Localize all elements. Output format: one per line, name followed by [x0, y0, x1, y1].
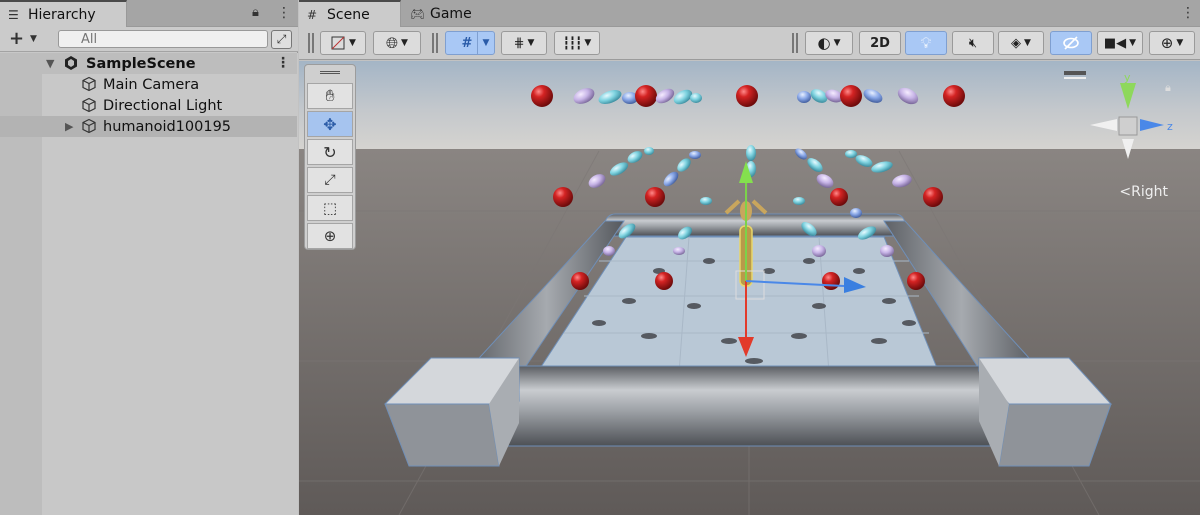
- search-options-button[interactable]: ⤢: [271, 30, 292, 49]
- toolbar-grip: [308, 33, 314, 53]
- scene-visibility-toggle[interactable]: [1050, 31, 1092, 55]
- move-tool-button[interactable]: ✥: [307, 111, 353, 137]
- shading-dropdown[interactable]: ◐ ▼: [805, 31, 853, 55]
- effects-layers-icon: ◈: [1011, 35, 1022, 51]
- orientation-label-text: Right: [1131, 184, 1168, 200]
- hierarchy-item-label: humanoid100195: [103, 118, 232, 135]
- global-local-dropdown[interactable]: 🌐︎ ▼: [373, 31, 421, 55]
- hierarchy-tree: ▼ SampleScene ⋮ Main Camera Directional: [0, 53, 298, 515]
- hand-icon: ✋︎: [325, 86, 335, 105]
- expand-arrow-icon[interactable]: ▶: [65, 120, 73, 133]
- rotate-tool-button[interactable]: ↻: [307, 139, 353, 165]
- hand-tool-button[interactable]: ✋︎: [307, 83, 353, 109]
- rect-icon: ⬚: [322, 199, 338, 217]
- collapse-arrow-icon[interactable]: ▼: [46, 57, 54, 70]
- grid-visibility-dropdown[interactable]: ┇┇┇ ▼: [554, 31, 600, 55]
- scale-tool-button[interactable]: ⤢: [307, 167, 353, 193]
- toolbar-grip: [432, 33, 438, 53]
- camera-icon: ■◀: [1103, 35, 1127, 51]
- ruler-icon: ┇┇┇: [562, 36, 583, 50]
- tab-hierarchy-label: Hierarchy: [28, 6, 96, 23]
- eye-hidden-icon: [1063, 36, 1079, 50]
- scene-panel: # Scene 🎮︎ Game ⋮ ▼ 🌐︎ ▼ # ▼ ⋕ ▼ ┇┇┇ ▼ ◐ ▼: [299, 0, 1200, 515]
- hierarchy-toolbar: + ▼ ⌕ ⤢: [0, 27, 298, 52]
- scene-viewport[interactable]: y z 🔒︎ <Right ✋︎ ✥ ↻ ⤢ ⬚ ⊕: [299, 61, 1200, 515]
- hierarchy-item-humanoid[interactable]: ▶ humanoid100195: [0, 116, 297, 137]
- list-icon: ☰: [8, 7, 19, 22]
- orientation-label[interactable]: <Right: [1119, 184, 1168, 200]
- globe-icon: 🌐︎: [386, 34, 399, 52]
- camera-dropdown[interactable]: ■◀ ▼: [1097, 31, 1143, 55]
- scene-toolbar: ▼ 🌐︎ ▼ # ▼ ⋕ ▼ ┇┇┇ ▼ ◐ ▼ 2D 💡︎ 🔇︎ ◈ ▼ ■◀…: [299, 27, 1200, 60]
- rotate-icon: ↻: [323, 142, 337, 162]
- increment-snap-dropdown[interactable]: ⋕ ▼: [501, 31, 547, 55]
- move-icon: ✥: [323, 114, 337, 134]
- kebab-menu-icon[interactable]: ⋮: [1181, 6, 1195, 20]
- scale-icon: ⤢: [324, 172, 336, 188]
- unity-scene-icon: [65, 56, 77, 70]
- tool-overlay: ✋︎ ✥ ↻ ⤢ ⬚ ⊕: [304, 64, 356, 250]
- hierarchy-panel: ☰ Hierarchy 🔒︎ ⋮ + ▼ ⌕ ⤢ ▼ SampleScene ⋮: [0, 0, 298, 515]
- gameobject-cube-icon: [82, 76, 96, 92]
- scene-menu-icon[interactable]: ⋮: [276, 56, 290, 70]
- scene-render: y z 🔒︎: [299, 61, 1200, 515]
- lightbulb-icon: 💡︎: [920, 34, 932, 52]
- search-input[interactable]: [58, 30, 268, 48]
- gameobject-cube-icon: [82, 118, 96, 134]
- scene-name-label: SampleScene: [86, 55, 196, 72]
- shaded-mode-icon: [331, 36, 345, 50]
- tab-hierarchy[interactable]: ☰ Hierarchy: [0, 0, 127, 27]
- audio-mute-icon: 🔇︎: [968, 35, 978, 51]
- snap-magnet-icon: ⋕: [513, 35, 525, 51]
- hierarchy-tab-strip: ☰ Hierarchy 🔒︎ ⋮: [0, 0, 298, 27]
- gamepad-icon: 🎮︎: [410, 6, 426, 21]
- hierarchy-item-directional-light[interactable]: Directional Light: [0, 95, 297, 116]
- audio-toggle[interactable]: 🔇︎: [952, 31, 994, 55]
- kebab-menu-icon[interactable]: ⋮: [277, 6, 291, 20]
- tab-game-label: Game: [430, 5, 472, 22]
- hierarchy-item-label: Directional Light: [103, 97, 223, 114]
- svg-text:🔒︎: 🔒︎: [1165, 81, 1171, 94]
- add-icon[interactable]: +: [9, 29, 24, 49]
- hierarchy-item-label: Main Camera: [103, 76, 200, 93]
- chevron-left-icon: <: [1119, 184, 1132, 200]
- sphere-shading-icon: ◐: [817, 34, 831, 52]
- transform-tool-button[interactable]: ⊕: [307, 223, 353, 249]
- grid-icon: #: [307, 7, 318, 22]
- toggle-2d-button[interactable]: 2D: [859, 31, 901, 55]
- rect-tool-button[interactable]: ⬚: [307, 195, 353, 221]
- overlay-grip[interactable]: [320, 71, 340, 74]
- toolbar-grip: [792, 33, 798, 53]
- scene-tab-strip: # Scene 🎮︎ Game ⋮: [299, 0, 1200, 27]
- hierarchy-item-main-camera[interactable]: Main Camera: [0, 74, 297, 95]
- draw-mode-dropdown[interactable]: ▼: [320, 31, 366, 55]
- grid-snap-icon: #: [461, 35, 473, 51]
- gizmo-icon: ⊕: [1160, 34, 1174, 52]
- tab-scene[interactable]: # Scene: [299, 0, 401, 27]
- gameobject-cube-icon: [82, 97, 96, 113]
- grid-snap-dropdown[interactable]: ▼: [477, 31, 495, 55]
- tab-scene-label: Scene: [327, 6, 370, 23]
- effects-dropdown[interactable]: ◈ ▼: [998, 31, 1044, 55]
- tab-game[interactable]: 🎮︎ Game: [402, 0, 492, 27]
- chevron-down-icon[interactable]: ▼: [30, 34, 37, 44]
- lighting-toggle[interactable]: 💡︎: [905, 31, 947, 55]
- lock-icon[interactable]: 🔒︎: [252, 6, 259, 19]
- svg-text:z: z: [1167, 120, 1173, 133]
- transform-icon: ⊕: [323, 227, 337, 245]
- gizmos-dropdown[interactable]: ⊕ ▼: [1149, 31, 1195, 55]
- svg-text:y: y: [1124, 71, 1131, 84]
- scene-row[interactable]: ▼ SampleScene ⋮: [0, 53, 297, 74]
